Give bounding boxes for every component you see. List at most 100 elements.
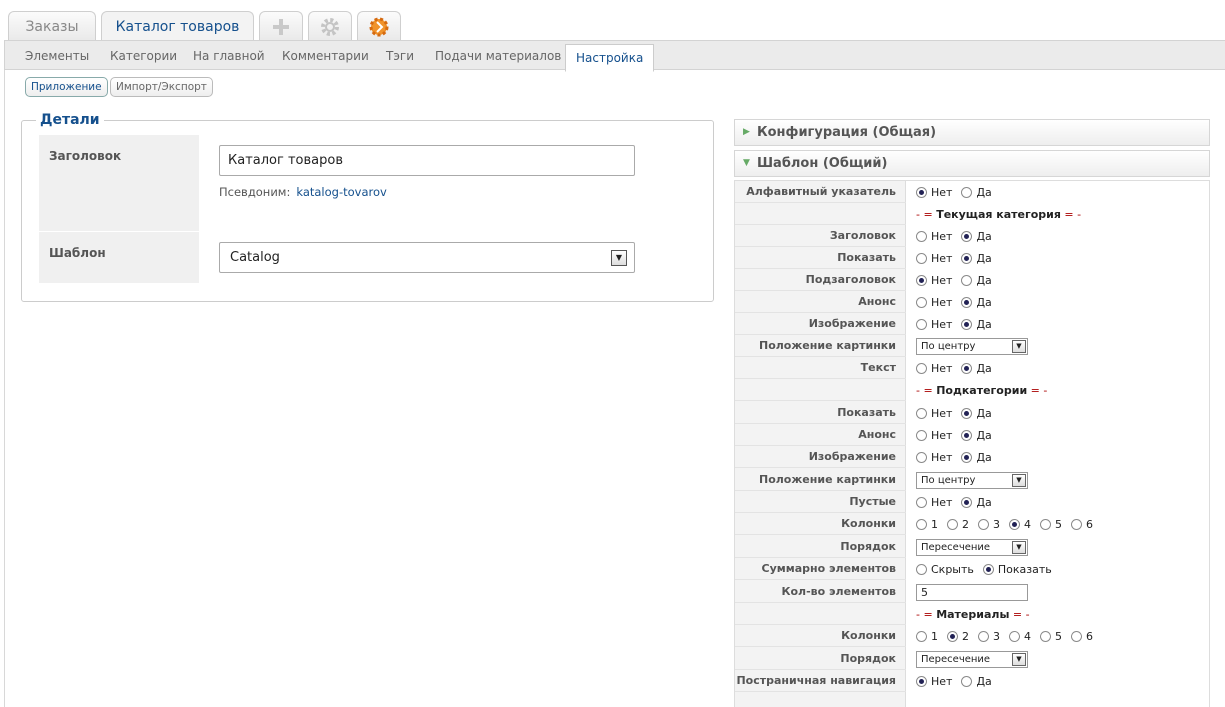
param-total: Суммарно элементов Скрыть Показать (735, 558, 1211, 580)
accordion-config-label: Конфигурация (Общая) (757, 125, 937, 140)
param-teaser: Анонс Нет Да (735, 291, 1211, 313)
subnav-elements[interactable]: Элементы (25, 41, 89, 71)
template-label: Шаблон (39, 232, 199, 283)
param-sub-image-position: Положение картинки По центру ▼ (735, 469, 1211, 491)
sub-image-position-select[interactable]: По центру ▼ (916, 471, 1028, 489)
subnav-frontpage[interactable]: На главной (193, 41, 265, 71)
pill-application[interactable]: Приложение (25, 77, 108, 97)
title-label: Заголовок (39, 135, 199, 231)
radio-no[interactable]: Нет (916, 274, 952, 287)
app-config-button[interactable] (357, 11, 401, 41)
radio-col-5[interactable]: 5 (1040, 518, 1062, 531)
radio-yes[interactable]: Да (961, 186, 992, 199)
settings-button[interactable] (308, 11, 352, 41)
alias-link[interactable]: katalog-tovarov (296, 185, 386, 199)
section-title: - = Материалы = - (916, 607, 1030, 621)
radio-yes[interactable]: Да (961, 675, 992, 688)
radio-yes[interactable]: Да (961, 451, 992, 464)
radio-yes[interactable]: Да (961, 274, 992, 287)
param-sub-teaser: Анонс Нет Да (735, 424, 1211, 446)
radio-no[interactable]: Нет (916, 362, 952, 375)
param-mat-columns: Колонки 1 2 3 4 5 6 (735, 625, 1211, 647)
section-materials: - = Материалы = - (735, 603, 1211, 625)
param-image: Изображение Нет Да (735, 313, 1211, 335)
radio-col-2[interactable]: 2 (947, 518, 969, 531)
param-sub-show: Показать Нет Да (735, 402, 1211, 424)
radio-no[interactable]: Нет (916, 451, 952, 464)
accordion-template[interactable]: ▼ Шаблон (Общий) (734, 150, 1210, 177)
param-mat-order: Порядок Пересечение ▼ (735, 648, 1211, 670)
pill-import-export[interactable]: Импорт/Экспорт (110, 77, 213, 97)
param-show: Показать Нет Да (735, 247, 1211, 269)
accordion-config[interactable]: ▶ Конфигурация (Общая) (734, 119, 1210, 146)
radio-no[interactable]: Нет (916, 252, 952, 265)
subnav-tags[interactable]: Тэги (386, 41, 414, 71)
section-current-category: - = Текущая категория = - (735, 203, 1211, 225)
param-count: Кол-во элементов 5 (735, 581, 1211, 603)
radio-no[interactable]: Нет (916, 296, 952, 309)
param-order: Порядок Пересечение ▼ (735, 536, 1211, 558)
image-position-select[interactable]: По центру ▼ (916, 337, 1028, 355)
order-select[interactable]: Пересечение ▼ (916, 538, 1028, 556)
radio-yes[interactable]: Да (961, 252, 992, 265)
triangle-right-icon: ▶ (743, 127, 750, 137)
radio-col-1[interactable]: 1 (916, 518, 938, 531)
radio-no[interactable]: Нет (916, 186, 952, 199)
orange-gear-icon (369, 17, 389, 36)
param-title: Заголовок Нет Да (735, 225, 1211, 247)
param-image-position: Положение картинки По центру ▼ (735, 335, 1211, 357)
subnav-categories[interactable]: Категории (110, 41, 177, 71)
template-select-value: Catalog (230, 250, 280, 265)
app-tabs: Заказы Каталог товаров (8, 11, 401, 42)
radio-no[interactable]: Нет (916, 318, 952, 331)
radio-no[interactable]: Нет (916, 230, 952, 243)
param-empty: Пустые Нет Да (735, 491, 1211, 513)
radio-col-5[interactable]: 5 (1040, 630, 1062, 643)
chevron-down-icon: ▼ (1012, 339, 1026, 353)
chevron-down-icon: ▼ (1012, 540, 1026, 554)
title-input[interactable]: Каталог товаров (219, 145, 635, 176)
radio-no[interactable]: Нет (916, 675, 952, 688)
radio-yes[interactable]: Да (961, 318, 992, 331)
accordion-template-label: Шаблон (Общий) (757, 156, 888, 171)
details-legend: Детали (40, 112, 100, 128)
subnav-comments[interactable]: Комментарии (282, 41, 369, 71)
triangle-down-icon: ▼ (743, 158, 750, 168)
subnav-submissions[interactable]: Подачи материалов (435, 41, 561, 71)
section-title: - = Подкатегории = - (916, 383, 1048, 397)
gear-icon (321, 17, 339, 36)
radio-col-4[interactable]: 4 (1009, 518, 1031, 531)
radio-col-6[interactable]: 6 (1071, 518, 1093, 531)
chevron-down-icon: ▼ (1012, 473, 1026, 487)
sub-navigation: Элементы Категории На главной Комментари… (4, 40, 1225, 72)
radio-yes[interactable]: Да (961, 230, 992, 243)
tab-catalog[interactable]: Каталог товаров (101, 11, 254, 42)
tab-orders[interactable]: Заказы (8, 11, 96, 41)
radio-col-3[interactable]: 3 (978, 630, 1000, 643)
radio-show[interactable]: Показать (982, 563, 1052, 576)
mat-order-select[interactable]: Пересечение ▼ (916, 650, 1028, 668)
count-input[interactable]: 5 (916, 583, 1028, 601)
subnav-settings[interactable]: Настройка (565, 44, 655, 72)
add-app-button[interactable] (259, 11, 303, 41)
radio-yes[interactable]: Да (961, 362, 992, 375)
alias-label: Псевдоним: (219, 185, 291, 199)
radio-no[interactable]: Нет (916, 496, 952, 509)
radio-col-4[interactable]: 4 (1009, 630, 1031, 643)
radio-yes[interactable]: Да (961, 429, 992, 442)
radio-col-2[interactable]: 2 (947, 630, 969, 643)
chevron-down-icon[interactable]: ▼ (611, 250, 627, 266)
radio-yes[interactable]: Да (961, 496, 992, 509)
content-frame-border (4, 70, 5, 707)
radio-col-1[interactable]: 1 (916, 630, 938, 643)
radio-col-6[interactable]: 6 (1071, 630, 1093, 643)
template-select[interactable]: Catalog ▼ (219, 242, 635, 273)
radio-yes[interactable]: Да (961, 296, 992, 309)
radio-no[interactable]: Нет (916, 429, 952, 442)
section-subcategories: - = Подкатегории = - (735, 379, 1211, 401)
radio-hide[interactable]: Скрыть (916, 563, 974, 576)
radio-col-3[interactable]: 3 (978, 518, 1000, 531)
param-columns: Колонки 1 2 3 4 5 6 (735, 513, 1211, 535)
radio-no[interactable]: Нет (916, 407, 952, 420)
radio-yes[interactable]: Да (961, 407, 992, 420)
